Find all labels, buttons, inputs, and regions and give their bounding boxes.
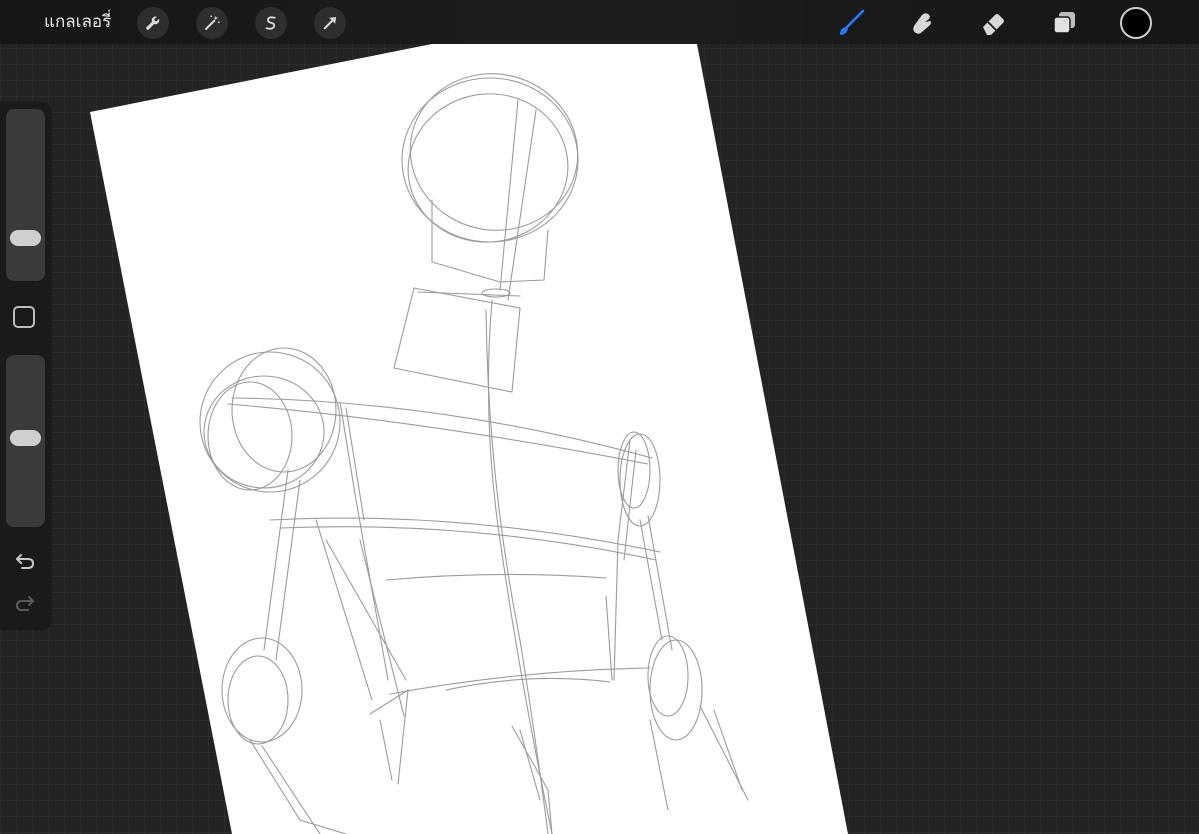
modify-button[interactable] — [13, 306, 35, 328]
redo-icon — [15, 596, 34, 611]
canvas-paper — [90, 44, 848, 834]
gallery-button[interactable]: แกลเลอรี่ — [44, 10, 111, 34]
opacity-thumb[interactable] — [10, 430, 41, 447]
procreate-workspace: แกลเลอรี่ — [0, 0, 1199, 834]
brush-icon — [840, 9, 865, 35]
undo-icon — [16, 554, 35, 569]
left-sidebar — [0, 102, 52, 630]
layers-button[interactable] — [1046, 5, 1082, 41]
opacity-slider[interactable] — [6, 355, 45, 527]
brush-size-thumb[interactable] — [10, 229, 41, 246]
drawing-canvas[interactable] — [0, 0, 1199, 834]
smudge-finger-icon — [913, 13, 931, 34]
brush-tool-button[interactable] — [833, 5, 869, 41]
eraser-tool-button[interactable] — [975, 5, 1011, 41]
selection-s-icon — [265, 16, 276, 30]
undo-button[interactable] — [13, 550, 37, 572]
wrench-icon — [146, 16, 160, 30]
smudge-tool-button[interactable] — [904, 5, 940, 41]
transform-button[interactable] — [314, 7, 346, 39]
layers-icon — [1053, 12, 1075, 34]
brush-size-slider[interactable] — [6, 109, 45, 281]
color-picker-button[interactable] — [1120, 7, 1152, 39]
adjustments-button[interactable] — [196, 7, 228, 39]
redo-button[interactable] — [13, 592, 37, 614]
magic-wand-icon — [205, 15, 220, 30]
actions-button[interactable] — [137, 7, 169, 39]
top-toolbar: แกลเลอรี่ — [0, 0, 1199, 44]
eraser-icon — [983, 14, 1004, 35]
arrow-cursor-icon — [323, 17, 336, 30]
selection-button[interactable] — [255, 7, 287, 39]
